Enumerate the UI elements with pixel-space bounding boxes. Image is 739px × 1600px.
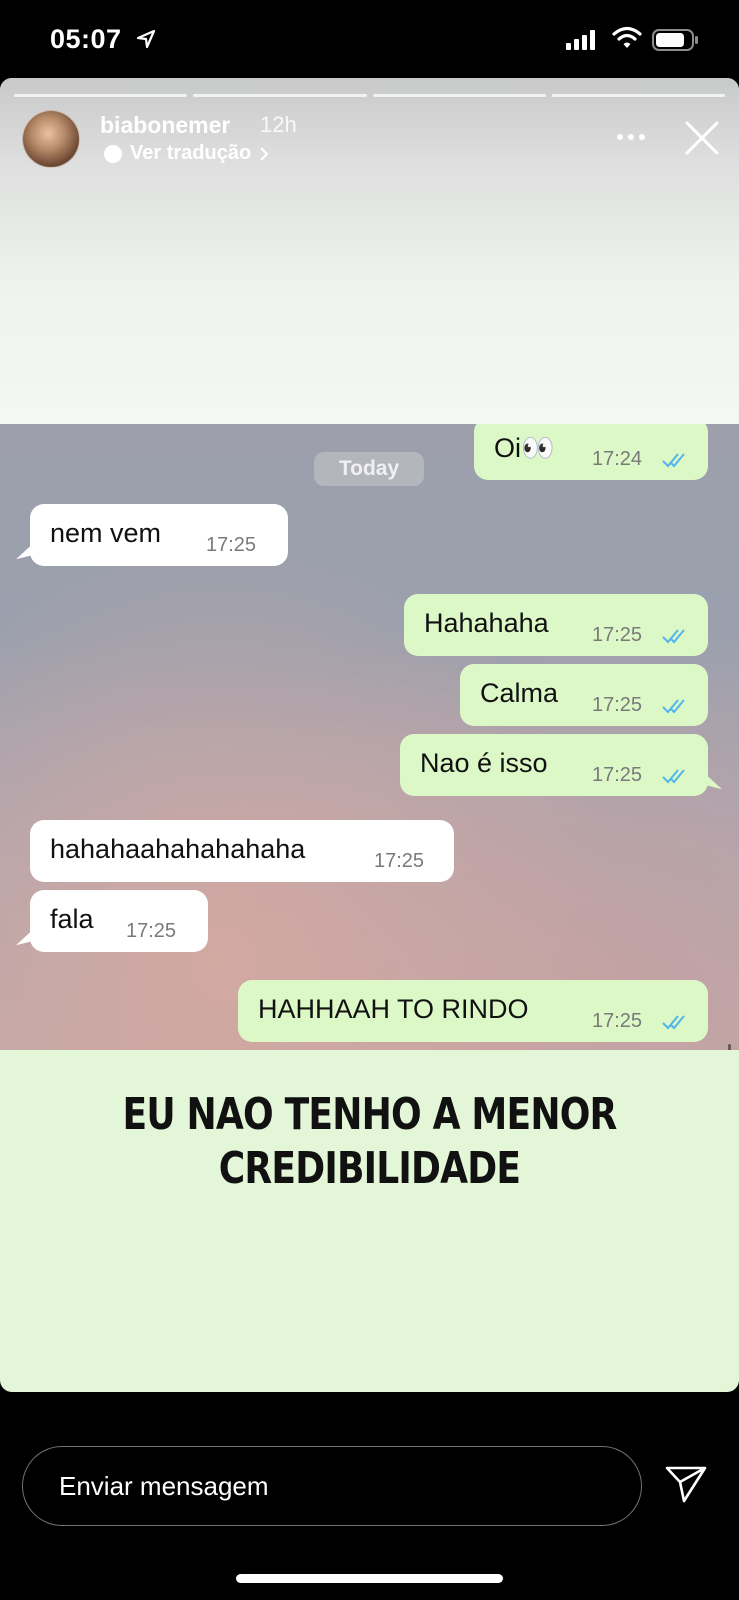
chat-message-out: Oi👀 17:24 [474,424,708,480]
chat-message-in: fala 17:25 [30,890,208,952]
message-text: hahahaahahahahaha [50,834,306,864]
more-options-icon[interactable] [616,132,646,142]
message-time: 17:25 [592,1010,643,1032]
story-header-area: biabonemer 12h Ver tradução [0,78,739,424]
signal-icon [566,30,595,50]
post-time: 12h [260,112,297,137]
translate-label: Ver tradução [130,142,252,164]
location-arrow-icon [136,29,156,49]
status-bar: 05:07 [0,0,739,80]
message-text: Nao é isso [420,748,548,778]
progress-segment [372,94,546,97]
story-progress [14,94,725,98]
message-time: 17:25 [206,534,257,556]
chat-scroll-indicator [728,1044,731,1050]
message-time: 17:25 [374,850,425,872]
username[interactable]: biabonemer [100,112,230,139]
close-icon[interactable] [684,120,720,156]
message-text: fala [50,904,94,934]
progress-segment [14,94,188,97]
home-indicator[interactable] [236,1574,503,1583]
status-time: 05:07 [50,24,122,54]
chat-message-out: Nao é isso 17:25 [400,734,708,796]
message-text: Calma [480,678,559,708]
message-text: Oi👀 [494,433,555,463]
date-separator: Today [314,452,424,486]
message-time: 17:25 [592,694,643,716]
story-caption: EU NAO TENHO A MENOR CREDIBILIDADE [67,1088,673,1196]
translate-link[interactable]: Ver tradução [104,142,269,165]
read-ticks-icon [662,769,685,784]
chat-screenshot: Today Oi👀 17:24 nem vem 17:25 Hahahaha 1… [0,424,739,1050]
translate-icon [104,144,122,163]
message-time: 17:25 [592,764,643,786]
read-ticks-icon [662,1015,685,1030]
read-ticks-icon [662,699,685,714]
progress-segment [193,94,367,97]
message-input-placeholder: Enviar mensagem [59,1471,269,1501]
progress-segment [551,94,725,97]
chat-message-in: nem vem 17:25 [30,504,288,566]
read-ticks-icon [662,453,685,468]
chevron-right-icon [260,146,269,161]
message-time: 17:25 [592,624,643,646]
send-icon[interactable] [664,1464,708,1504]
wifi-icon [612,26,642,48]
story-card[interactable]: biabonemer 12h Ver tradução Today Oi👀 17… [0,78,739,1392]
message-text: nem vem [50,518,162,548]
message-time: 17:24 [592,448,643,470]
chat-message-out: HAHHAAH TO RINDO 17:25 [238,980,708,1042]
message-time: 17:25 [126,920,177,942]
message-input[interactable]: Enviar mensagem [22,1446,642,1526]
caption-line: EU NAO TENHO A MENOR [122,1089,617,1140]
battery-icon [652,29,698,51]
chat-message-in: hahahaahahahahaha 17:25 [30,820,454,882]
read-ticks-icon [662,629,685,644]
chat-message-out: Calma 17:25 [460,664,708,726]
message-text: Hahahaha [424,608,549,638]
caption-line: CREDIBILIDADE [218,1143,521,1194]
message-text: HAHHAAH TO RINDO [258,994,529,1024]
chat-message-out: Hahahaha 17:25 [404,594,708,656]
avatar[interactable] [22,110,80,168]
